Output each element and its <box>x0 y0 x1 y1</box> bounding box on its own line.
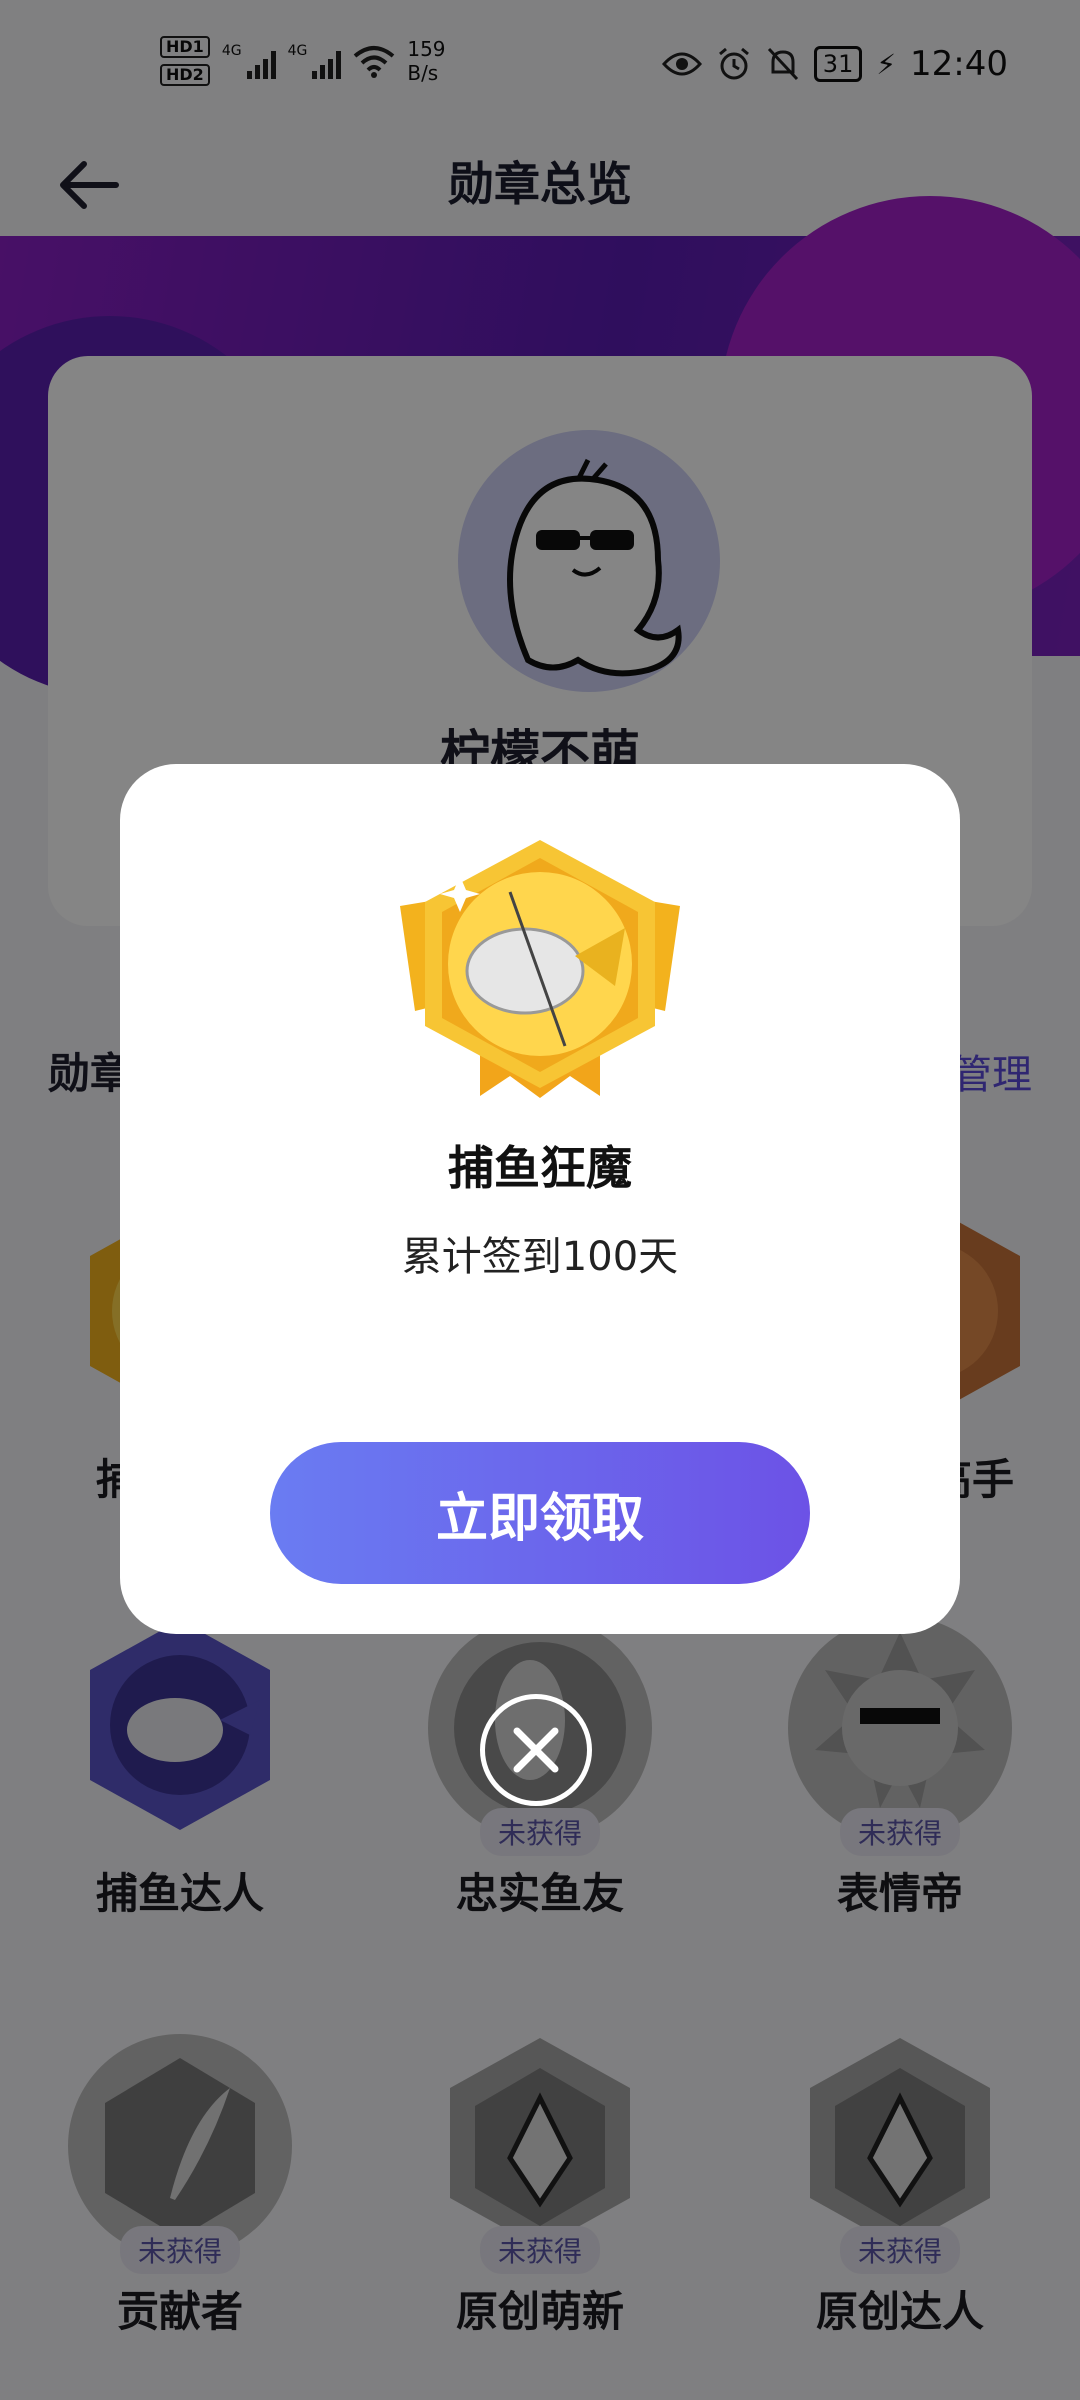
claim-button[interactable]: 立即领取 <box>270 1442 810 1584</box>
close-circle-icon[interactable] <box>480 1694 592 1806</box>
badge-claim-dialog: 捕鱼狂魔 累计签到100天 立即领取 <box>120 764 960 1634</box>
medal-name: 捕鱼狂魔 <box>448 1141 632 1195</box>
medal-description: 累计签到100天 <box>401 1234 679 1280</box>
gold-fish-medal-icon <box>390 836 690 1106</box>
